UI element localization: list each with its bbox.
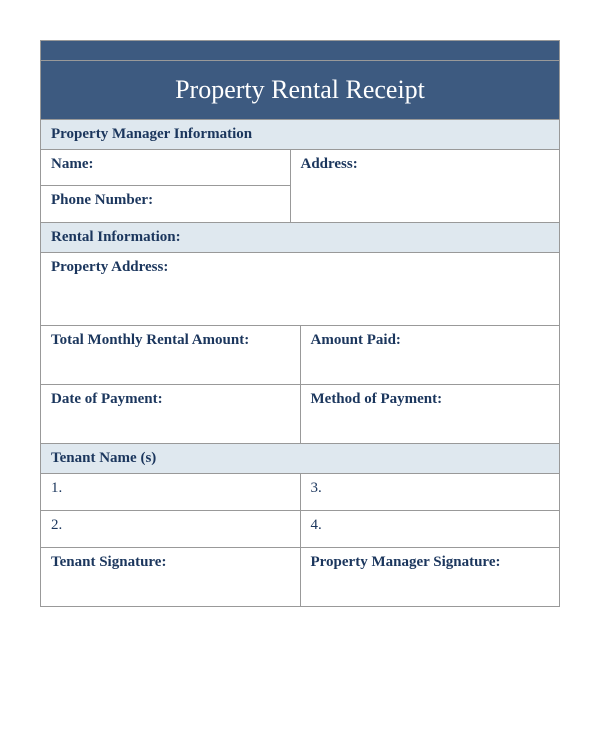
row-tenant-24: 2. 4.	[41, 511, 559, 548]
row-property-address: Property Address:	[41, 253, 559, 326]
row-signatures: Tenant Signature: Property Manager Signa…	[41, 548, 559, 606]
label-amount-paid: Amount Paid:	[301, 326, 560, 384]
row-payment: Date of Payment: Method of Payment:	[41, 385, 559, 444]
label-tenant-signature: Tenant Signature:	[41, 548, 301, 606]
label-address: Address:	[291, 150, 560, 222]
row-amounts: Total Monthly Rental Amount: Amount Paid…	[41, 326, 559, 385]
header-strip	[41, 41, 559, 61]
label-date-payment: Date of Payment:	[41, 385, 301, 443]
section-rental-header: Rental Information:	[41, 223, 559, 253]
tenant-1: 1.	[41, 474, 301, 510]
label-name: Name:	[41, 150, 290, 186]
row-name-address: Name: Phone Number: Address:	[41, 150, 559, 223]
tenant-3: 3.	[301, 474, 560, 510]
tenant-2: 2.	[41, 511, 301, 547]
form-title: Property Rental Receipt	[41, 61, 559, 120]
label-name-text: Name	[51, 156, 89, 172]
receipt-form: Property Rental Receipt Property Manager…	[40, 40, 560, 607]
label-property-address: Property Address:	[41, 253, 559, 325]
section-manager-header: Property Manager Information	[41, 120, 559, 150]
label-method-payment: Method of Payment:	[301, 385, 560, 443]
label-manager-signature: Property Manager Signature:	[301, 548, 560, 606]
label-phone: Phone Number:	[41, 186, 290, 222]
label-phone-text: Phone Number	[51, 192, 148, 208]
tenant-4: 4.	[301, 511, 560, 547]
section-tenant-header: Tenant Name (s)	[41, 444, 559, 474]
label-address-text: Address	[301, 156, 353, 172]
label-total-monthly: Total Monthly Rental Amount:	[41, 326, 301, 384]
row-tenant-13: 1. 3.	[41, 474, 559, 511]
